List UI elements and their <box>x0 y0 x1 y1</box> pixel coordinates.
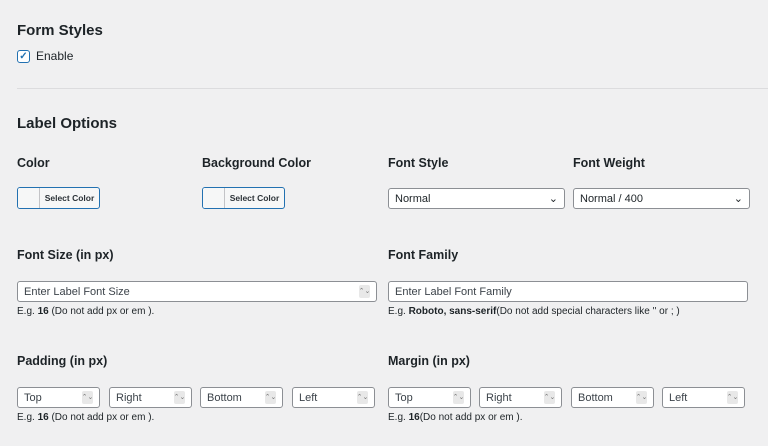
form-styles-heading: Form Styles <box>17 22 103 39</box>
font-family-placeholder: Enter Label Font Family <box>395 285 512 298</box>
font-family-input[interactable]: Enter Label Font Family <box>388 281 748 302</box>
font-size-input[interactable]: Enter Label Font Size ⌃⌄ <box>17 281 377 302</box>
spinner-icon[interactable]: ⌃⌄ <box>453 391 464 404</box>
placeholder: Left <box>299 391 318 404</box>
placeholder: Right <box>486 391 512 404</box>
spinner-icon[interactable]: ⌃⌄ <box>82 391 93 404</box>
spinner-icon[interactable]: ⌃⌄ <box>544 391 555 404</box>
placeholder: Bottom <box>207 391 242 404</box>
margin-label: Margin (in px) <box>388 354 470 368</box>
spinner-icon[interactable]: ⌃⌄ <box>636 391 647 404</box>
help-suffix: (Do not add px or em ). <box>48 412 155 423</box>
spinner-icon[interactable]: ⌃⌄ <box>174 391 185 404</box>
padding-right-input[interactable]: Right ⌃⌄ <box>109 387 192 408</box>
help-prefix: E.g. <box>388 412 409 423</box>
color-swatch <box>18 188 40 208</box>
font-weight-value: Normal / 400 <box>580 192 643 205</box>
margin-top-input[interactable]: Top ⌃⌄ <box>388 387 471 408</box>
spinner-icon[interactable]: ⌃⌄ <box>727 391 738 404</box>
font-size-help: E.g. 16 (Do not add px or em ). <box>17 306 154 317</box>
font-family-label: Font Family <box>388 248 459 262</box>
background-color-label: Background Color <box>202 156 312 170</box>
chevron-down-icon: ⌄ <box>733 193 743 205</box>
placeholder: Right <box>116 391 142 404</box>
help-suffix: (Do not add px or em ). <box>48 306 155 317</box>
select-color-text: Select Color <box>44 193 95 203</box>
placeholder: Bottom <box>578 391 613 404</box>
spinner-icon[interactable]: ⌃⌄ <box>359 285 370 298</box>
padding-label: Padding (in px) <box>17 354 108 368</box>
font-size-label: Font Size (in px) <box>17 248 114 262</box>
enable-label: Enable <box>36 49 74 63</box>
font-style-label: Font Style <box>388 156 449 170</box>
margin-right-input[interactable]: Right ⌃⌄ <box>479 387 562 408</box>
font-weight-select[interactable]: Normal / 400 ⌄ <box>573 188 750 209</box>
color-picker-button[interactable]: Select Color <box>17 187 100 209</box>
color-label: Color <box>17 156 50 170</box>
placeholder: Top <box>24 391 42 404</box>
help-example: 16 <box>37 412 49 423</box>
margin-help: E.g. 16(Do not add px or em ). <box>388 412 523 423</box>
help-prefix: E.g. <box>388 306 409 317</box>
enable-checkbox-row[interactable]: ✓ Enable <box>17 49 73 63</box>
divider <box>17 88 768 89</box>
enable-checkbox[interactable]: ✓ <box>17 49 30 63</box>
padding-bottom-input[interactable]: Bottom ⌃⌄ <box>200 387 283 408</box>
padding-help: E.g. 16 (Do not add px or em ). <box>17 412 154 423</box>
select-color-text: Select Color <box>229 193 280 203</box>
font-weight-label: Font Weight <box>573 156 645 170</box>
label-options-heading: Label Options <box>17 115 118 132</box>
padding-top-input[interactable]: Top ⌃⌄ <box>17 387 100 408</box>
font-style-select[interactable]: Normal ⌄ <box>388 188 565 209</box>
spinner-icon[interactable]: ⌃⌄ <box>265 391 276 404</box>
font-size-placeholder: Enter Label Font Size <box>24 285 130 298</box>
color-swatch <box>203 188 225 208</box>
help-prefix: E.g. <box>17 412 38 423</box>
checkmark-icon: ✓ <box>19 50 28 62</box>
placeholder: Top <box>395 391 413 404</box>
font-style-value: Normal <box>395 192 431 205</box>
help-suffix: (Do not add special characters like '' o… <box>496 306 680 317</box>
chevron-down-icon: ⌄ <box>548 193 558 205</box>
font-family-help: E.g. Roboto, sans-serif(Do not add speci… <box>388 306 680 317</box>
placeholder: Left <box>669 391 688 404</box>
help-prefix: E.g. <box>17 306 38 317</box>
help-example: Roboto, sans-serif <box>408 306 497 317</box>
spinner-icon[interactable]: ⌃⌄ <box>357 391 368 404</box>
margin-bottom-input[interactable]: Bottom ⌃⌄ <box>571 387 654 408</box>
margin-left-input[interactable]: Left ⌃⌄ <box>662 387 745 408</box>
help-example: 16 <box>37 306 49 317</box>
help-suffix: (Do not add px or em ). <box>419 412 523 423</box>
background-color-picker-button[interactable]: Select Color <box>202 187 285 209</box>
padding-left-input[interactable]: Left ⌃⌄ <box>292 387 375 408</box>
help-example: 16 <box>408 412 420 423</box>
